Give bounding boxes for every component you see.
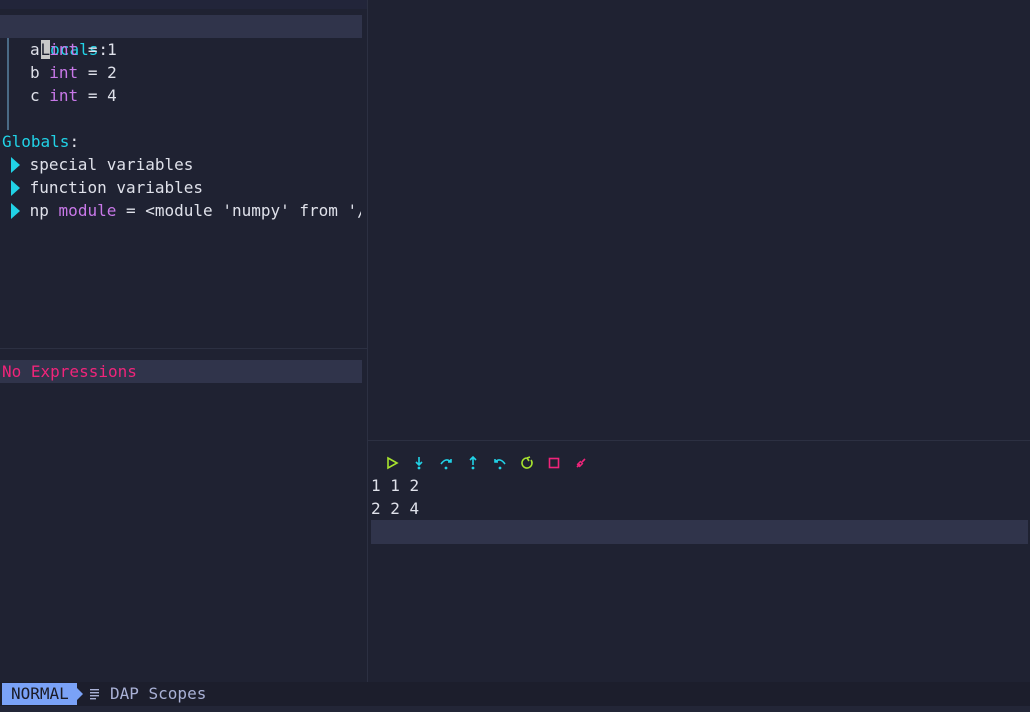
variable-name: function variables (29, 178, 204, 197)
command-line[interactable] (0, 706, 1030, 712)
repl-output-line: 1 1 2 (371, 476, 420, 495)
variable-name: a (30, 40, 40, 59)
variable-type: module (58, 201, 117, 220)
global-variable-row[interactable]: np module = <module 'numpy' from '/ho (11, 199, 361, 222)
mode-separator (72, 683, 83, 705)
local-variable-row[interactable]: b int = 2 (30, 61, 117, 84)
step-into-icon[interactable] (412, 456, 426, 470)
watches-empty-row[interactable]: No Expressions (0, 360, 362, 383)
variable-type: int (49, 40, 79, 59)
dap-repl-pane[interactable]: 1 1 2 2 2 4 (368, 474, 1030, 682)
lines-icon (90, 689, 99, 700)
repl-divider[interactable] (368, 440, 1030, 441)
global-variable-row[interactable]: special variables (11, 153, 193, 176)
indent-guide (7, 38, 9, 130)
pane-top-strip (0, 0, 367, 9)
globals-header-row[interactable]: Globals: (2, 130, 79, 153)
restart-icon[interactable] (520, 456, 534, 470)
variable-value: = 2 (87, 63, 117, 82)
expand-caret-icon[interactable] (11, 180, 20, 196)
step-over-icon[interactable] (439, 456, 453, 470)
colon: : (69, 132, 80, 151)
variable-type: int (49, 86, 79, 105)
variable-value: = 4 (87, 86, 117, 105)
step-back-icon[interactable] (493, 456, 507, 470)
globals-label: Globals (2, 132, 70, 151)
expand-caret-icon[interactable] (11, 157, 20, 173)
variable-name: special variables (29, 155, 194, 174)
variable-name: c (30, 86, 40, 105)
mode-indicator: NORMAL (2, 683, 77, 705)
dap-watches-pane[interactable]: No Expressions (0, 349, 367, 682)
variable-name: b (30, 63, 40, 82)
repl-output-line: 2 2 4 (371, 499, 420, 518)
dap-controls-bar (385, 454, 588, 472)
variable-name: np (29, 201, 49, 220)
stop-icon[interactable] (547, 456, 561, 470)
no-expressions-text: No Expressions (2, 362, 137, 381)
step-out-icon[interactable] (466, 456, 480, 470)
disconnect-icon[interactable] (574, 456, 588, 470)
play-icon[interactable] (385, 456, 399, 470)
locals-header-row[interactable]: Locals: (0, 15, 362, 59)
buffer-name: DAP Scopes (110, 684, 207, 703)
expand-caret-icon[interactable] (11, 203, 20, 219)
variable-value: = <module 'numpy' from '/ho (125, 201, 361, 220)
local-variable-row[interactable]: c int = 4 (30, 84, 117, 107)
editor-pane[interactable] (368, 0, 1030, 440)
repl-input-line[interactable] (371, 520, 1028, 544)
global-variable-row[interactable]: function variables (11, 176, 203, 199)
dap-scopes-pane[interactable]: Locals: a int = 1 b int = 2 c int = 4 Gl… (0, 0, 367, 348)
statusline: NORMAL DAP Scopes (0, 682, 1030, 706)
variable-value: = 1 (87, 40, 117, 59)
variable-type: int (49, 63, 79, 82)
local-variable-row[interactable]: a int = 1 (30, 38, 117, 61)
